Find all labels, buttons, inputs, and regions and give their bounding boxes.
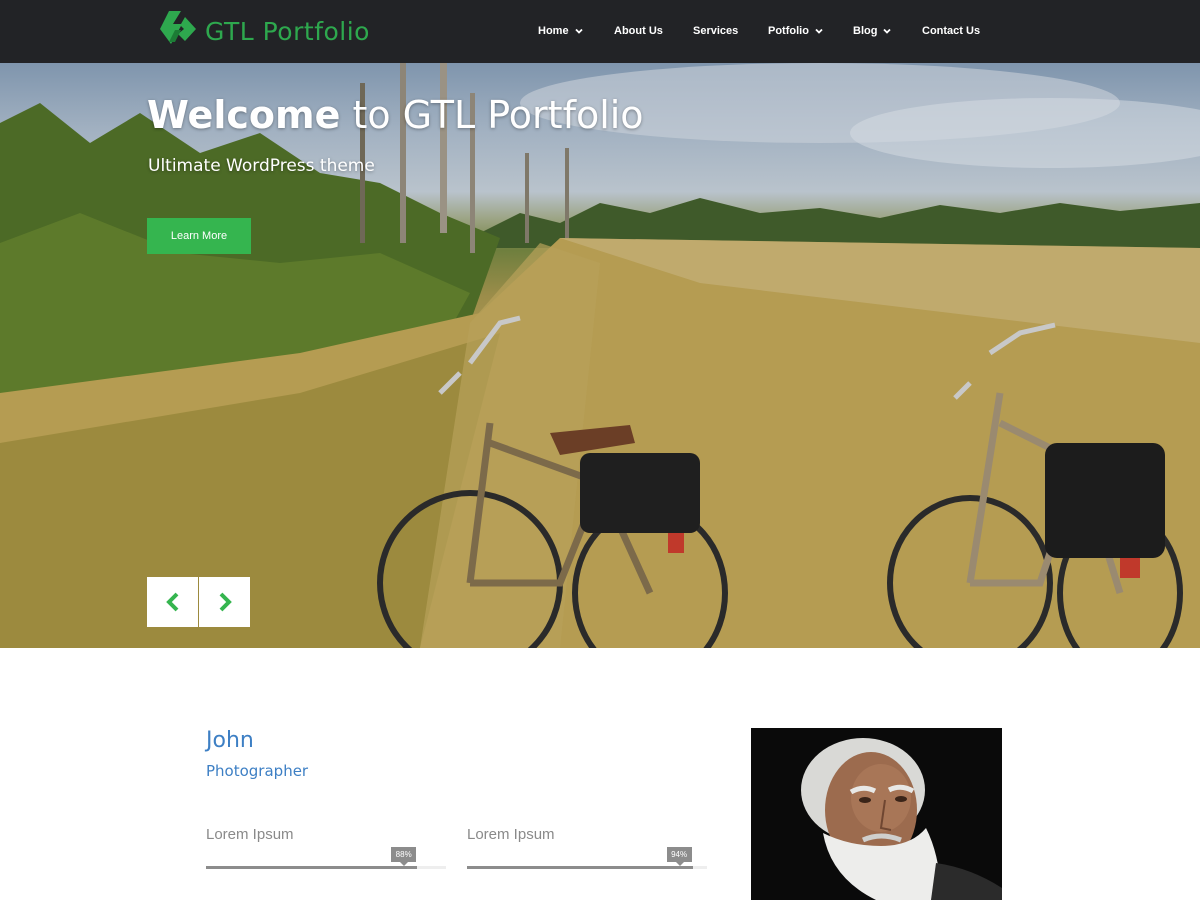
site-header: GTL Portfolio Home About Us Services Pot… [0, 0, 1200, 63]
skill-fill [206, 866, 418, 869]
profile-role: Photographer [206, 762, 309, 780]
skill-bar: Lorem Ipsum 94% [467, 826, 707, 869]
nav-item-potfolio[interactable]: Potfolio [768, 23, 823, 39]
nav-item-label: Home [538, 25, 569, 37]
nav-item-about-us[interactable]: About Us [614, 23, 663, 39]
skill-fill [467, 866, 693, 869]
chevron-down-icon [883, 28, 892, 34]
chevron-right-icon [219, 592, 232, 612]
nav-item-contact-us[interactable]: Contact Us [922, 23, 980, 39]
slider-controls [147, 577, 250, 627]
skill-percent-badge: 88% [391, 847, 417, 866]
hero-title-rest: to GTL Portfolio [352, 93, 644, 137]
hero-subtitle: Ultimate WordPress theme [148, 156, 375, 176]
skill-label: Lorem Ipsum [467, 826, 555, 843]
nav-item-home[interactable]: Home [538, 23, 583, 39]
learn-more-button[interactable]: Learn More [147, 218, 251, 254]
chevron-left-icon [165, 592, 178, 612]
hero-slider: Welcome to GTL Portfolio Ultimate WordPr… [0, 63, 1200, 648]
nav-item-label: Services [693, 25, 739, 37]
slider-next-button[interactable] [199, 577, 250, 627]
slider-prev-button[interactable] [147, 577, 198, 627]
nav-item-blog[interactable]: Blog [853, 23, 892, 39]
hero-background-image [0, 63, 1200, 648]
profile-photo [751, 728, 1002, 900]
skill-track [206, 866, 446, 869]
skill-track [467, 866, 707, 869]
profile-name: John [206, 728, 254, 753]
nav-item-label: Contact Us [922, 25, 981, 37]
skill-percent-badge: 94% [666, 847, 692, 866]
hero-title-strong: Welcome [147, 93, 341, 137]
nav-item-services[interactable]: Services [693, 23, 738, 39]
chevron-down-icon [815, 28, 823, 34]
chevron-down-icon [574, 28, 583, 34]
nav-item-label: Blog [853, 25, 878, 37]
skill-bar: Lorem Ipsum 88% [206, 826, 446, 869]
nav-item-label: Potfolio [768, 25, 809, 37]
skill-label: Lorem Ipsum [206, 826, 294, 843]
hero-title: Welcome to GTL Portfolio [147, 93, 644, 137]
main-nav: Home About Us Services Potfolio Blog Con… [0, 0, 1200, 63]
nav-item-label: About Us [614, 25, 663, 37]
